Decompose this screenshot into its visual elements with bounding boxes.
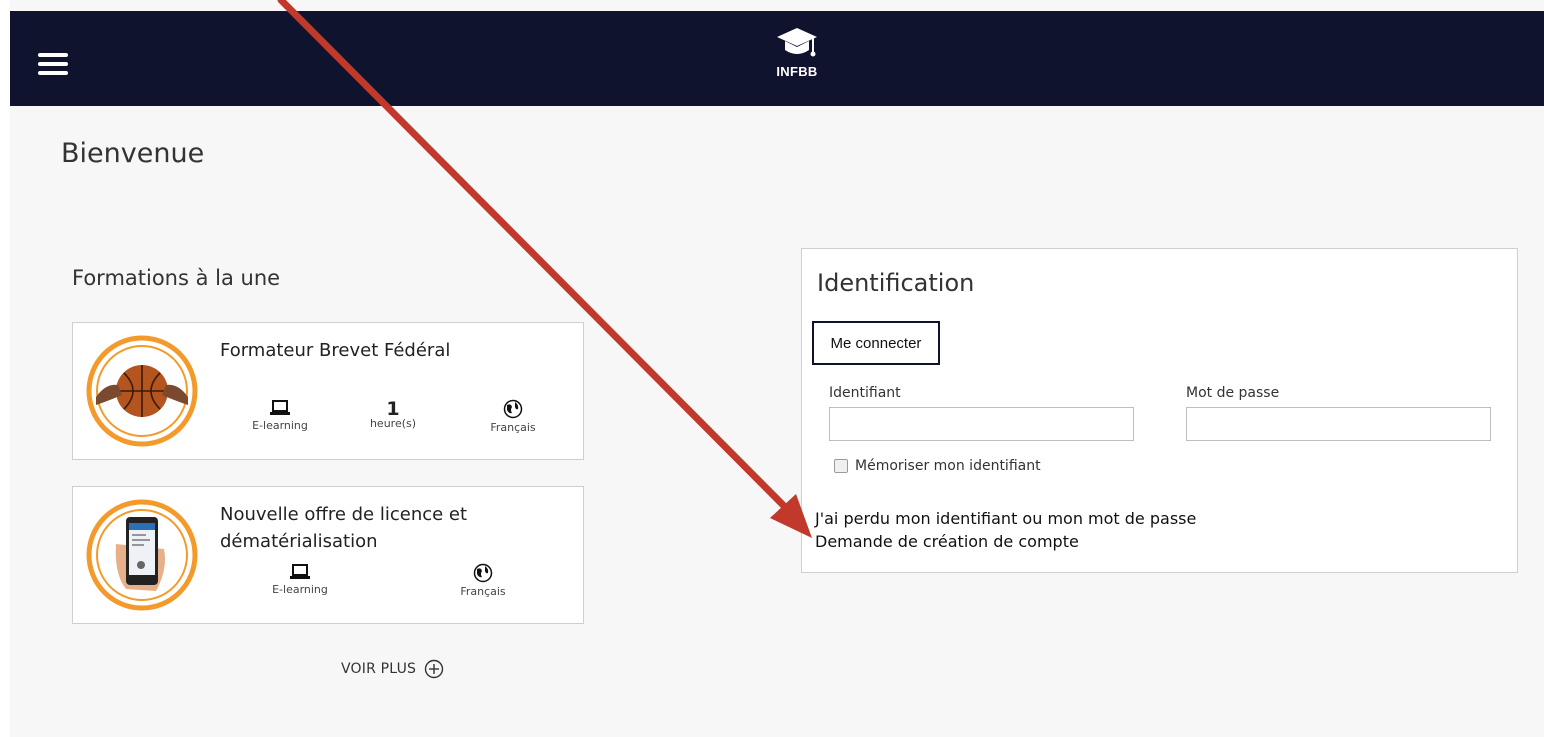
course-title: Formateur Brevet Fédéral — [220, 340, 451, 361]
basketball-hands-image — [86, 335, 198, 447]
remember-label: Mémoriser mon identifiant — [855, 458, 1041, 474]
plus-circle-icon — [424, 659, 444, 679]
duration-info: 1 heure(s) — [363, 399, 423, 430]
format-info: E-learning — [243, 399, 317, 432]
language-label: Français — [460, 585, 506, 598]
page-title: Bienvenue — [61, 138, 205, 169]
globe-icon — [473, 563, 493, 583]
smartphone-hand-image — [86, 499, 198, 611]
laptop-icon — [270, 400, 290, 415]
username-input[interactable] — [829, 407, 1134, 441]
laptop-icon — [290, 564, 310, 579]
top-navigation-bar: INFBB — [10, 11, 1544, 106]
create-account-link[interactable]: Demande de création de compte — [815, 532, 1079, 551]
duration-unit: heure(s) — [369, 417, 417, 430]
remember-checkbox[interactable] — [834, 459, 848, 473]
voir-plus-button[interactable]: VOIR PLUS — [341, 659, 444, 679]
identification-panel: Identification Me connecter Identifiant … — [801, 248, 1518, 573]
duration-value: 1 — [386, 398, 400, 420]
connect-button[interactable]: Me connecter — [812, 321, 940, 365]
username-label: Identifiant — [829, 385, 901, 401]
graduation-cap-icon — [777, 28, 817, 57]
remember-row: Mémoriser mon identifiant — [834, 458, 1041, 474]
globe-icon — [503, 399, 523, 419]
infbb-logo[interactable]: INFBB — [775, 26, 835, 98]
hamburger-menu-icon[interactable] — [38, 53, 68, 75]
course-title: Nouvelle offre de licence et dématériali… — [220, 504, 468, 552]
format-label: E-learning — [252, 419, 308, 432]
course-card-licence[interactable]: Nouvelle offre de licence et dématériali… — [72, 486, 584, 624]
format-info: E-learning — [263, 563, 337, 596]
voir-plus-label: VOIR PLUS — [341, 661, 417, 677]
language-label: Français — [490, 421, 536, 434]
logo-text: INFBB — [776, 64, 818, 79]
format-label: E-learning — [272, 583, 328, 596]
course-card-formateur[interactable]: Formateur Brevet Fédéral E-learning 1 he… — [72, 322, 584, 460]
language-info: Français — [483, 399, 543, 434]
forgot-credentials-link[interactable]: J'ai perdu mon identifiant ou mon mot de… — [815, 509, 1196, 528]
identification-title: Identification — [817, 269, 975, 297]
language-info: Français — [453, 563, 513, 598]
password-input[interactable] — [1186, 407, 1491, 441]
password-label: Mot de passe — [1186, 385, 1280, 401]
featured-section-title: Formations à la une — [72, 266, 281, 290]
